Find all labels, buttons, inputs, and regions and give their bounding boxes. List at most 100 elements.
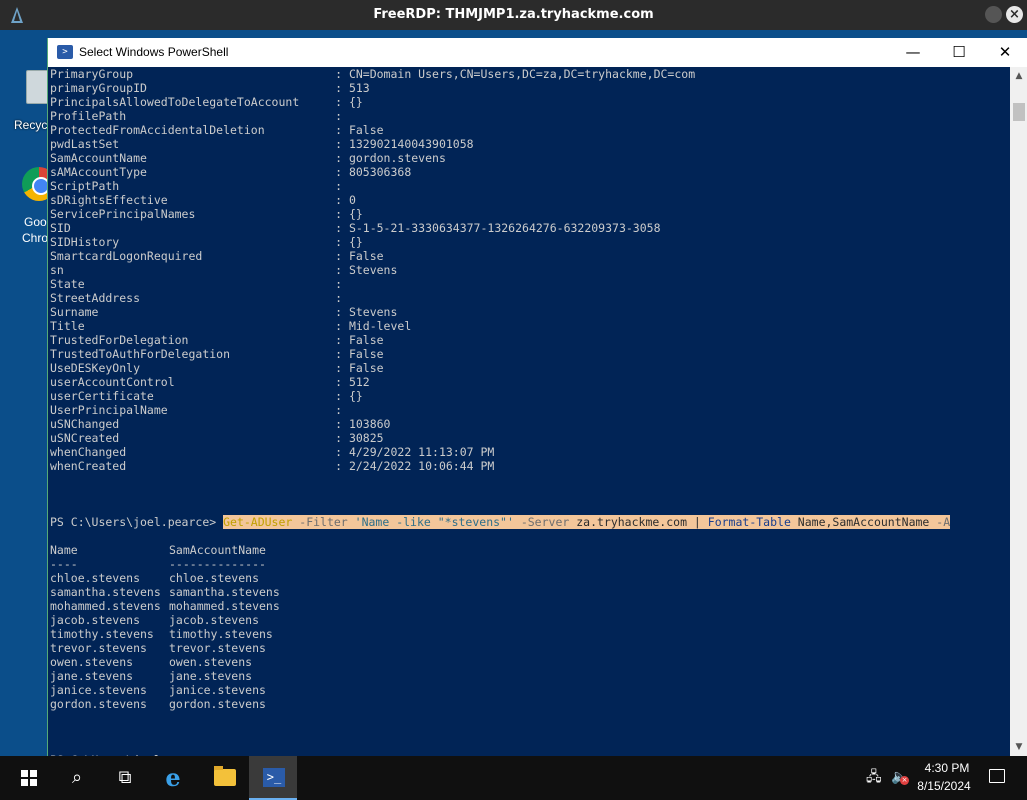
- property-separator: :: [335, 445, 349, 459]
- property-value: {}: [348, 207, 363, 221]
- property-line: SIDHistory: {}: [50, 235, 1010, 249]
- table-cell: gordon.stevens: [50, 697, 147, 711]
- clock-date[interactable]: 8/15/2024: [912, 779, 976, 793]
- property-name: userCertificate: [50, 389, 154, 403]
- rdp-titlebar: FreeRDP: THMJMP1.za.tryhackme.com ×: [0, 0, 1027, 30]
- property-name: sDRightsEffective: [50, 193, 168, 207]
- property-name: userAccountControl: [50, 375, 175, 389]
- property-name: uSNChanged: [50, 417, 120, 431]
- property-line: userAccountControl: 512: [50, 375, 1010, 389]
- vertical-scrollbar[interactable]: ▲ ▼: [1010, 67, 1027, 756]
- table-row: chloe.stevens chloe.stevens: [50, 571, 1010, 585]
- volume-muted-icon[interactable]: 🔈 ×: [891, 768, 909, 786]
- rdp-close-button[interactable]: ×: [1006, 6, 1023, 23]
- property-name: Title: [50, 319, 85, 333]
- property-separator: :: [335, 291, 349, 305]
- property-line: Surname: Stevens: [50, 305, 1010, 319]
- property-separator: :: [335, 151, 349, 165]
- table-cell: gordon.stevens: [169, 697, 266, 711]
- action-center-button[interactable]: [972, 756, 1020, 800]
- powershell-taskbar-button[interactable]: >_: [249, 756, 297, 800]
- scrollbar-thumb[interactable]: [1013, 103, 1025, 121]
- property-separator: :: [335, 459, 349, 473]
- property-value: Mid-level: [348, 319, 412, 333]
- scroll-up-icon[interactable]: ▲: [1010, 67, 1027, 85]
- task-view-icon: ⧉: [118, 767, 132, 788]
- table-cell: jane.stevens: [169, 669, 253, 683]
- property-value: CN=Domain Users,CN=Users,DC=za,DC=tryhac…: [348, 67, 696, 81]
- network-icon[interactable]: 🖧: [866, 768, 884, 786]
- table-cell: timothy.stevens: [169, 627, 273, 641]
- table-cell: chloe.stevens: [169, 571, 260, 585]
- desktop-icon-label: Goo: [24, 215, 47, 229]
- property-name: sn: [50, 263, 64, 277]
- table-cell: samantha.stevens: [50, 585, 161, 599]
- minimize-button[interactable]: —: [890, 38, 936, 67]
- search-icon: ⌕: [71, 767, 83, 788]
- property-line: TrustedForDelegation: False: [50, 333, 1010, 347]
- property-line: userCertificate: {}: [50, 389, 1010, 403]
- window-titlebar[interactable]: > Select Windows PowerShell — ☐ ✕: [48, 38, 1027, 67]
- internet-explorer-button[interactable]: e: [149, 756, 197, 800]
- rdp-minimize-button[interactable]: [985, 6, 1002, 23]
- property-name: ScriptPath: [50, 179, 120, 193]
- property-line: UseDESKeyOnly: False: [50, 361, 1010, 375]
- property-separator: :: [335, 165, 349, 179]
- close-button[interactable]: ✕: [982, 38, 1027, 67]
- clock-time[interactable]: 4:30 PM: [918, 761, 976, 775]
- command-token: Format-Table: [707, 515, 791, 529]
- property-value: 0: [348, 193, 356, 207]
- desktop-icon-label: Chro: [22, 231, 49, 245]
- property-value: 805306368: [348, 165, 412, 179]
- search-button[interactable]: ⌕: [53, 756, 101, 800]
- property-name: Surname: [50, 305, 99, 319]
- scroll-down-icon[interactable]: ▼: [1010, 738, 1027, 756]
- property-line: StreetAddress:: [50, 291, 1010, 305]
- property-line: UserPrincipalName:: [50, 403, 1010, 417]
- property-value: {}: [348, 235, 363, 249]
- property-value: 513: [348, 81, 370, 95]
- console-output[interactable]: PrimaryGroup: CN=Domain Users,CN=Users,D…: [50, 67, 1010, 756]
- property-value: False: [348, 361, 384, 375]
- table-cell: jacob.stevens: [50, 613, 141, 627]
- property-line: PrincipalsAllowedToDelegateToAccount: {}: [50, 95, 1010, 109]
- table-cell: owen.stevens: [50, 655, 134, 669]
- property-name: ProfilePath: [50, 109, 127, 123]
- property-separator: :: [335, 319, 349, 333]
- property-name: ServicePrincipalNames: [50, 207, 196, 221]
- command-line: PS C:\Users\joel.pearce> Get-ADUser -Fil…: [50, 515, 1010, 529]
- property-line: sDRightsEffective: 0: [50, 193, 1010, 207]
- property-name: SmartcardLogonRequired: [50, 249, 203, 263]
- property-separator: :: [335, 207, 349, 221]
- property-line: sn: Stevens: [50, 263, 1010, 277]
- table-row: samantha.stevens samantha.stevens: [50, 585, 1010, 599]
- property-value: 512: [348, 375, 370, 389]
- table-row: jane.stevens jane.stevens: [50, 669, 1010, 683]
- property-value: Stevens: [348, 263, 398, 277]
- property-line: sAMAccountType: 805306368: [50, 165, 1010, 179]
- task-view-button[interactable]: ⧉: [101, 756, 149, 800]
- table-cell: jacob.stevens: [169, 613, 260, 627]
- close-icon: ×: [1009, 7, 1020, 22]
- property-line: SamAccountName: gordon.stevens: [50, 151, 1010, 165]
- property-line: ScriptPath:: [50, 179, 1010, 193]
- start-button[interactable]: [5, 756, 53, 800]
- command-highlight: Get-ADUser -Filter 'Name -like "*stevens…: [223, 515, 951, 529]
- property-separator: :: [335, 235, 349, 249]
- property-separator: :: [335, 179, 349, 193]
- property-name: SIDHistory: [50, 235, 120, 249]
- command-token: Get-ADUser: [223, 515, 293, 529]
- command-token: -Server: [513, 515, 577, 529]
- property-line: PrimaryGroup: CN=Domain Users,CN=Users,D…: [50, 67, 1010, 81]
- table-cell: janice.stevens: [169, 683, 266, 697]
- property-name: SamAccountName: [50, 151, 147, 165]
- table-cell: samantha.stevens: [169, 585, 280, 599]
- maximize-button[interactable]: ☐: [936, 38, 982, 67]
- command-token: za.tryhackme.com: [576, 515, 687, 529]
- property-value: 132902140043901058: [348, 137, 474, 151]
- property-value: False: [348, 347, 384, 361]
- file-explorer-button[interactable]: [200, 756, 248, 800]
